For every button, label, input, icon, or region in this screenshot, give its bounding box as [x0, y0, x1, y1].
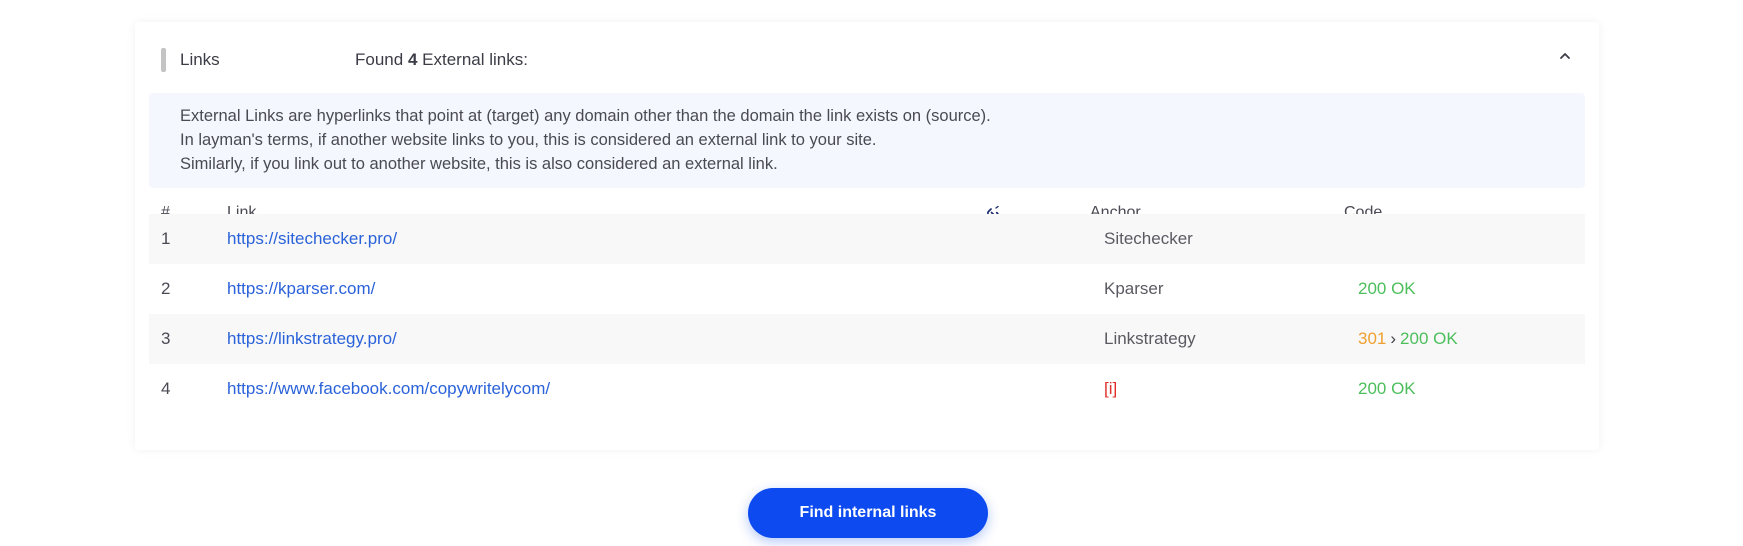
- status-code: 200 OK: [1358, 379, 1416, 398]
- row-link[interactable]: https://sitechecker.pro/: [227, 229, 397, 249]
- row-anchor: Kparser: [1104, 279, 1164, 298]
- row-number: 1: [161, 229, 171, 248]
- section-title: Links: [180, 50, 220, 69]
- row-code: 200 OK: [1358, 279, 1416, 299]
- row-number: 2: [161, 279, 171, 298]
- section-marker: [161, 48, 166, 72]
- table-row: 1 https://sitechecker.pro/ Sitechecker: [149, 214, 1585, 264]
- find-internal-links-button[interactable]: Find internal links: [748, 488, 988, 538]
- card-header[interactable]: Links Found 4 External links:: [135, 22, 1599, 92]
- info-box: External Links are hyperlinks that point…: [149, 93, 1585, 188]
- row-number: 3: [161, 329, 171, 348]
- found-count: 4: [407, 50, 418, 69]
- found-prefix: Found: [355, 50, 404, 69]
- info-line-3: Similarly, if you link out to another we…: [180, 155, 778, 173]
- row-code: 200 OK: [1358, 379, 1416, 399]
- row-link[interactable]: https://www.facebook.com/copywritelycom/: [227, 379, 550, 399]
- info-line-1: External Links are hyperlinks that point…: [180, 107, 991, 125]
- status-code: 200 OK: [1358, 279, 1416, 298]
- row-link[interactable]: https://linkstrategy.pro/: [227, 329, 397, 349]
- row-anchor: Linkstrategy: [1104, 329, 1196, 348]
- redirect-code: 301: [1358, 329, 1387, 348]
- table-row: 2 https://kparser.com/ Kparser 200 OK: [149, 264, 1585, 314]
- table-row: 3 https://linkstrategy.pro/ Linkstrategy…: [149, 314, 1585, 364]
- redirect-arrow: ›: [1390, 329, 1397, 348]
- row-number: 4: [161, 379, 171, 398]
- row-anchor: Sitechecker: [1104, 229, 1193, 248]
- found-suffix: External links:: [422, 50, 528, 69]
- info-line-2: In layman's terms, if another website li…: [180, 131, 877, 149]
- row-anchor-image: [i]: [1104, 379, 1118, 398]
- chevron-up-icon[interactable]: [1555, 46, 1575, 66]
- external-links-card: Links Found 4 External links: External L…: [135, 22, 1599, 450]
- found-summary: Found 4 External links:: [355, 50, 528, 70]
- row-code: 301 › 200 OK: [1358, 329, 1458, 349]
- row-link[interactable]: https://kparser.com/: [227, 279, 375, 299]
- status-code: 200 OK: [1400, 329, 1458, 348]
- table-row: 4 https://www.facebook.com/copywritelyco…: [149, 364, 1585, 414]
